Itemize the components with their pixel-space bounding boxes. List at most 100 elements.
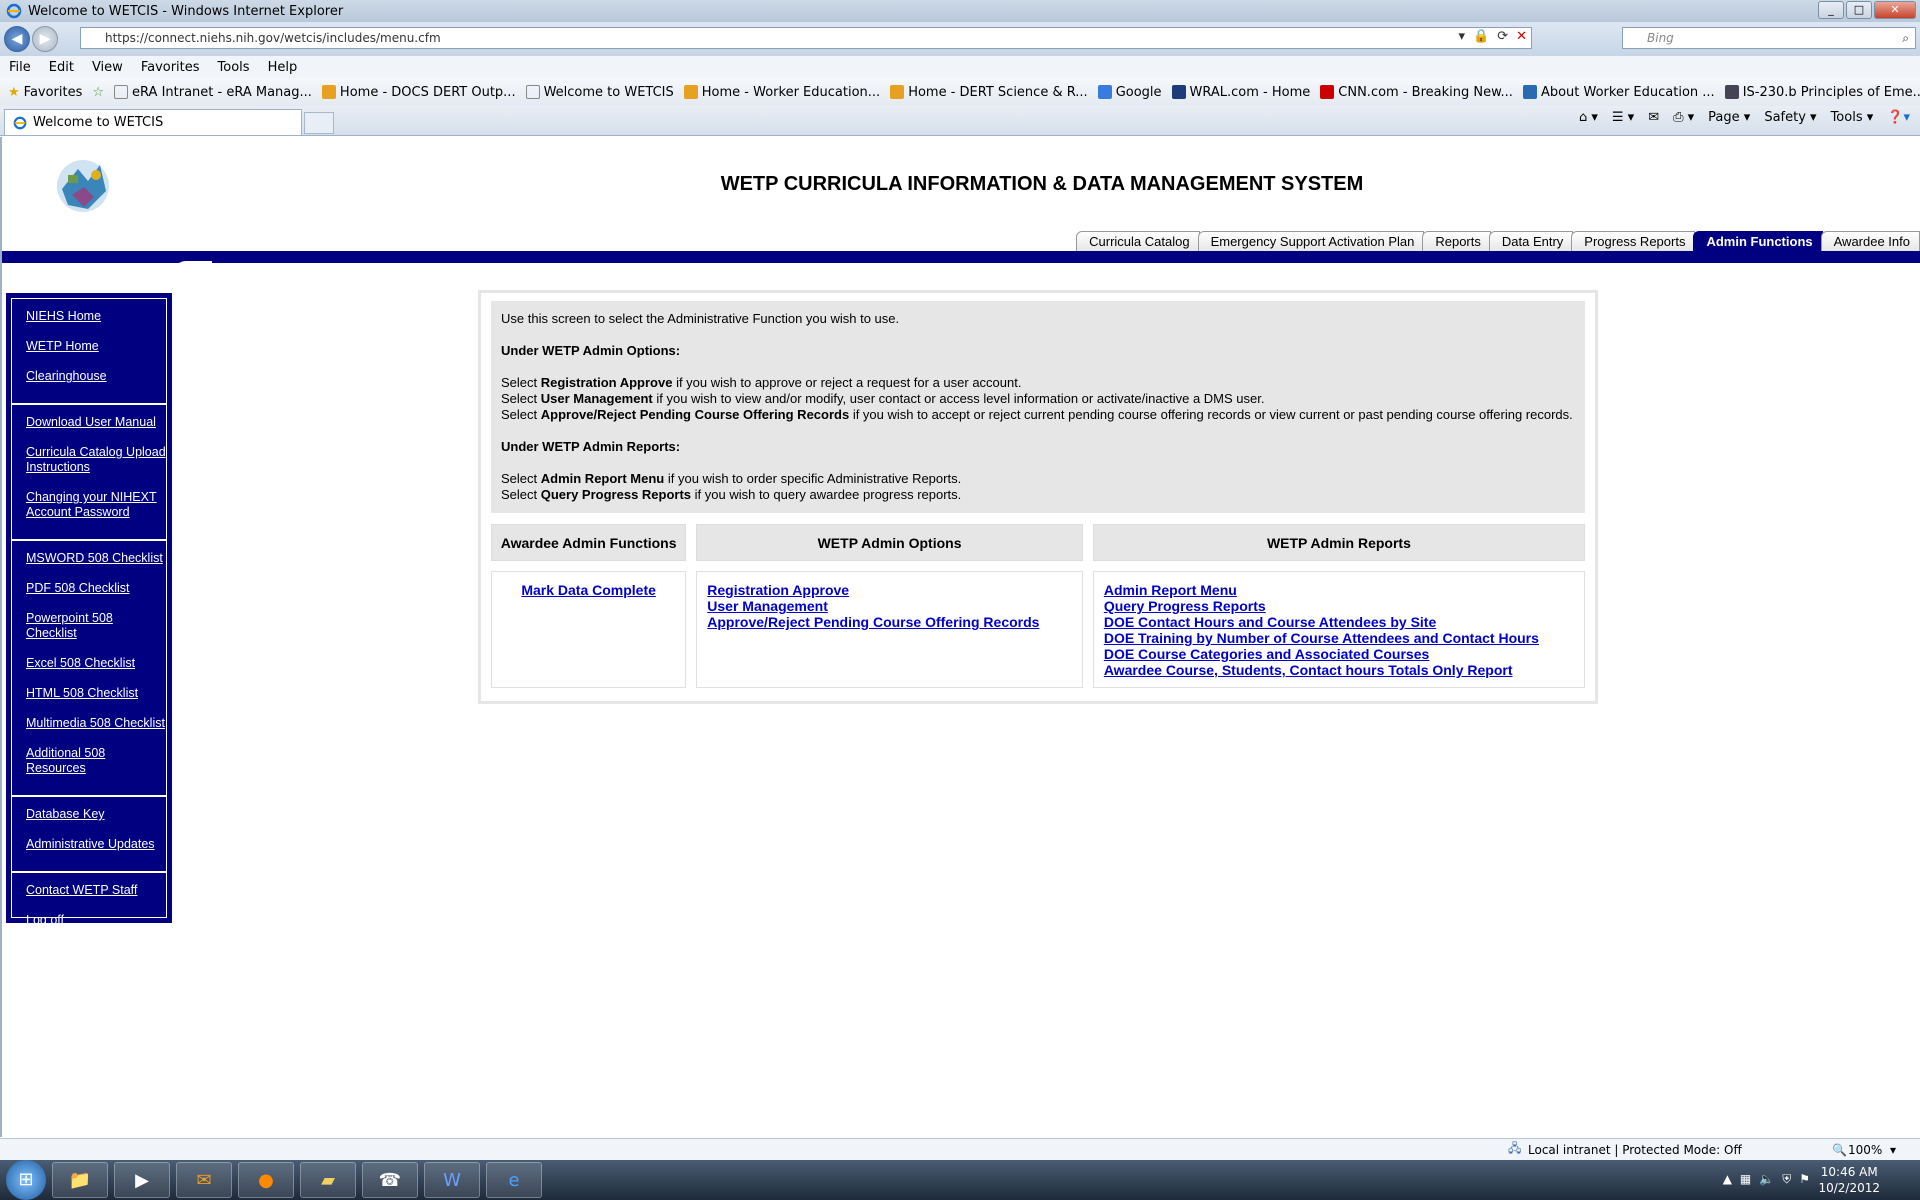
favorite-link[interactable]: Google bbox=[1097, 84, 1162, 100]
new-tab-button[interactable] bbox=[304, 112, 334, 134]
stop-icon[interactable]: ✕ bbox=[1516, 29, 1527, 44]
favorite-link[interactable]: CNN.com - Breaking New... bbox=[1320, 85, 1513, 100]
query-progress-reports-link[interactable]: Query Progress Reports bbox=[1104, 598, 1574, 614]
page-menu[interactable]: Page ▾ bbox=[1708, 110, 1750, 125]
approve-reject-pending-link[interactable]: Approve/Reject Pending Course Offering R… bbox=[707, 614, 1072, 630]
close-window-button[interactable]: ✕ bbox=[1874, 1, 1916, 19]
option-line: Select Approve/Reject Pending Course Off… bbox=[501, 407, 1575, 423]
zoom-icon[interactable]: 🔍 bbox=[1832, 1143, 1847, 1157]
media-player-taskbar-icon[interactable]: ▶ bbox=[114, 1162, 170, 1198]
explorer-taskbar-icon[interactable]: 📁 bbox=[52, 1162, 108, 1198]
lync-taskbar-icon[interactable]: ☎ bbox=[362, 1162, 418, 1198]
flag-icon[interactable]: ⚑ bbox=[1799, 1172, 1810, 1187]
mail-icon[interactable]: ✉ bbox=[1648, 110, 1659, 125]
sidebar-link-html-checklist[interactable]: HTML 508 Checklist bbox=[26, 686, 166, 701]
sidebar-link-user-manual[interactable]: Download User Manual bbox=[26, 415, 166, 430]
zoom-level[interactable]: 100% bbox=[1848, 1143, 1882, 1157]
network-icon[interactable]: ▦ bbox=[1740, 1172, 1751, 1187]
sidebar-link-change-password[interactable]: Changing your NIHEXT Account Password bbox=[26, 490, 166, 520]
maximize-button[interactable]: □ bbox=[1846, 1, 1872, 19]
sidebar-link-multimedia-checklist[interactable]: Multimedia 508 Checklist bbox=[26, 716, 166, 731]
feeds-icon[interactable]: ☰ ▾ bbox=[1612, 110, 1634, 125]
add-favorite-button[interactable]: ☆ bbox=[92, 85, 104, 100]
option-pre: Select bbox=[501, 391, 541, 406]
admin-report-menu-link[interactable]: Admin Report Menu bbox=[1104, 582, 1574, 598]
back-button[interactable]: ◀ bbox=[4, 26, 30, 52]
ie-taskbar-icon[interactable]: e bbox=[486, 1162, 542, 1198]
favorite-label: Google bbox=[1115, 84, 1162, 100]
registration-approve-link[interactable]: Registration Approve bbox=[707, 582, 1072, 598]
favorite-link[interactable]: Welcome to WETCIS bbox=[525, 85, 674, 100]
tab-emergency-support[interactable]: Emergency Support Activation Plan bbox=[1197, 231, 1425, 251]
minimize-button[interactable]: _ bbox=[1818, 1, 1844, 19]
menu-view[interactable]: View bbox=[83, 60, 132, 75]
search-icon[interactable]: ⌕ bbox=[1902, 31, 1909, 46]
sidebar-link-powerpoint-checklist[interactable]: Powerpoint 508 Checklist bbox=[26, 611, 166, 641]
address-bar[interactable]: https://connect.niehs.nih.gov/wetcis/inc… bbox=[80, 27, 1532, 49]
firefox-taskbar-icon[interactable]: ● bbox=[238, 1162, 294, 1198]
dropdown-icon[interactable]: ▾ bbox=[1458, 29, 1465, 44]
favorite-link[interactable]: WRAL.com - Home bbox=[1171, 85, 1310, 100]
word-taskbar-icon[interactable]: W bbox=[424, 1162, 480, 1198]
search-box[interactable]: Bing ⌕ bbox=[1622, 27, 1916, 49]
favorites-button[interactable]: ★ Favorites bbox=[8, 85, 82, 100]
google-icon bbox=[1097, 85, 1112, 99]
favorite-link[interactable]: Home - DERT Science & R... bbox=[890, 85, 1088, 100]
sidebar-link-log-off[interactable]: Log off bbox=[26, 913, 166, 928]
sidebar-link-niehs-home[interactable]: NIEHS Home bbox=[26, 309, 166, 324]
tab-admin-functions[interactable]: Admin Functions bbox=[1693, 231, 1823, 251]
browser-tab[interactable]: Welcome to WETCIS bbox=[4, 109, 302, 135]
awardee-column: Awardee Admin Functions Mark Data Comple… bbox=[491, 524, 687, 688]
sidebar-link-clearinghouse[interactable]: Clearinghouse bbox=[26, 369, 166, 384]
address-url[interactable]: https://connect.niehs.nih.gov/wetcis/inc… bbox=[105, 31, 441, 45]
menu-favorites[interactable]: Favorites bbox=[132, 60, 209, 75]
home-icon[interactable]: ⌂ ▾ bbox=[1579, 110, 1598, 125]
security-icon[interactable]: ⛨ bbox=[1782, 1172, 1791, 1187]
safety-menu[interactable]: Safety ▾ bbox=[1764, 110, 1816, 125]
menu-edit[interactable]: Edit bbox=[40, 60, 83, 75]
lock-icon[interactable]: 🔒 bbox=[1473, 29, 1489, 44]
doe-contact-hours-link[interactable]: DOE Contact Hours and Course Attendees b… bbox=[1104, 614, 1574, 630]
doe-course-categories-link[interactable]: DOE Course Categories and Associated Cou… bbox=[1104, 646, 1574, 662]
forward-button[interactable]: ▶ bbox=[32, 26, 58, 52]
favorite-link[interactable]: eRA Intranet - eRA Manag... bbox=[114, 85, 312, 100]
sidebar-link-excel-checklist[interactable]: Excel 508 Checklist bbox=[26, 656, 166, 671]
tools-menu[interactable]: Tools ▾ bbox=[1831, 110, 1874, 125]
favorite-link[interactable]: Home - Worker Education... bbox=[683, 85, 880, 100]
favorite-link[interactable]: IS-230.b Principles of Eme... bbox=[1724, 85, 1920, 100]
sidebar-link-pdf-checklist[interactable]: PDF 508 Checklist bbox=[26, 581, 166, 596]
clock[interactable]: 10:46 AM 10/2/2012 bbox=[1818, 1164, 1880, 1196]
help-icon[interactable]: ❓▾ bbox=[1887, 110, 1910, 125]
favorite-link[interactable]: About Worker Education ... bbox=[1522, 85, 1715, 100]
tab-progress-reports[interactable]: Progress Reports bbox=[1571, 231, 1696, 251]
sidebar-link-admin-updates[interactable]: Administrative Updates bbox=[26, 837, 166, 852]
sidebar-link-wetp-home[interactable]: WETP Home bbox=[26, 339, 166, 354]
folder-taskbar-icon[interactable]: ▰ bbox=[300, 1162, 356, 1198]
sidebar-link-contact-staff[interactable]: Contact WETP Staff bbox=[26, 883, 166, 898]
sidebar-link-upload-instructions[interactable]: Curricula Catalog Upload Instructions bbox=[26, 445, 166, 475]
user-management-link[interactable]: User Management bbox=[707, 598, 1072, 614]
tab-curricula-catalog[interactable]: Curricula Catalog bbox=[1076, 231, 1200, 251]
safety-menu-label: Safety bbox=[1764, 110, 1806, 125]
sidebar-link-additional-resources[interactable]: Additional 508 Resources bbox=[26, 746, 166, 776]
sidebar-link-msword-checklist[interactable]: MSWORD 508 Checklist bbox=[26, 551, 166, 566]
awardee-totals-report-link[interactable]: Awardee Course, Students, Contact hours … bbox=[1104, 662, 1574, 678]
zoom-dropdown-icon[interactable]: ▾ bbox=[1890, 1143, 1896, 1157]
tab-data-entry[interactable]: Data Entry bbox=[1488, 231, 1574, 251]
print-icon[interactable]: ⎙ ▾ bbox=[1673, 110, 1694, 125]
wral-icon bbox=[1171, 85, 1186, 99]
mark-data-complete-link[interactable]: Mark Data Complete bbox=[502, 582, 675, 598]
start-button[interactable]: ⊞ bbox=[6, 1160, 46, 1200]
outlook-taskbar-icon[interactable]: ✉ bbox=[176, 1162, 232, 1198]
favorite-link[interactable]: Home - DOCS DERT Outp... bbox=[321, 85, 516, 100]
volume-icon[interactable]: 🔈 bbox=[1759, 1172, 1774, 1187]
refresh-icon[interactable]: ⟳ bbox=[1497, 29, 1508, 44]
sidebar-link-database-key[interactable]: Database Key bbox=[26, 807, 166, 822]
menu-tools[interactable]: Tools bbox=[209, 60, 259, 75]
doe-training-link[interactable]: DOE Training by Number of Course Attende… bbox=[1104, 630, 1574, 646]
tray-expand-icon[interactable]: ▲ bbox=[1723, 1172, 1732, 1187]
tab-awardee-info[interactable]: Awardee Info bbox=[1820, 231, 1920, 251]
tab-reports[interactable]: Reports bbox=[1422, 231, 1491, 251]
menu-file[interactable]: File bbox=[0, 60, 40, 75]
menu-help[interactable]: Help bbox=[259, 60, 307, 75]
